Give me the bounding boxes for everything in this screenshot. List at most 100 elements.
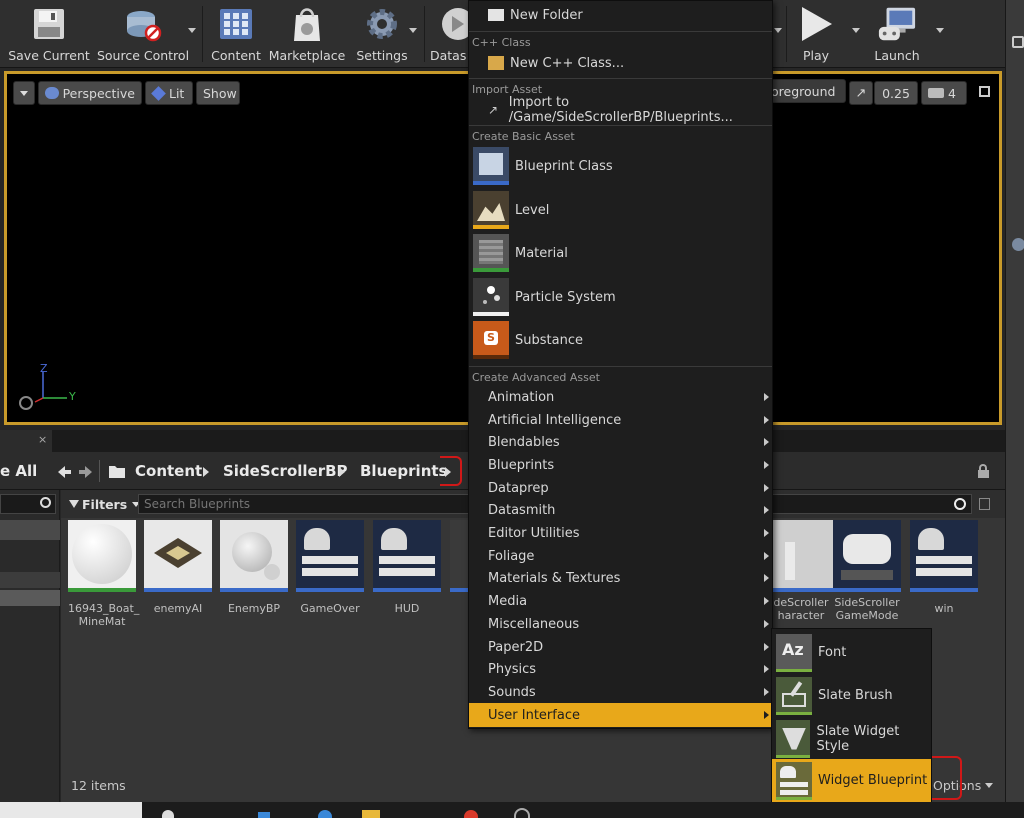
asset-type-bar bbox=[910, 588, 978, 592]
show-label: Show bbox=[203, 85, 237, 101]
taskbar-app-icon[interactable] bbox=[362, 810, 380, 818]
menu-item-level[interactable]: Level bbox=[469, 189, 772, 231]
menu-item-substance[interactable]: S Substance bbox=[469, 319, 772, 361]
lock-icon[interactable] bbox=[978, 464, 990, 478]
breadcrumb-blueprints[interactable]: Blueprints bbox=[360, 462, 447, 480]
asset-tile[interactable]: enemyAI bbox=[144, 520, 212, 615]
menu-separator bbox=[469, 125, 772, 126]
menu-item-new-cpp-class[interactable]: New C++ Class... bbox=[469, 52, 772, 74]
menu-item-artificial-intelligence[interactable]: Artificial Intelligence bbox=[469, 409, 772, 431]
menu-item-blueprints[interactable]: Blueprints bbox=[469, 454, 772, 476]
play-button[interactable]: Play bbox=[790, 4, 842, 66]
content-button[interactable]: Content bbox=[208, 4, 264, 66]
menu-item-blueprint-class[interactable]: Blueprint Class bbox=[469, 145, 772, 187]
menu-item-foliage[interactable]: Foliage bbox=[469, 545, 772, 567]
menu-item-animation[interactable]: Animation bbox=[469, 386, 772, 408]
menu-item-editor-utilities[interactable]: Editor Utilities bbox=[469, 522, 772, 544]
build-dropdown-icon[interactable] bbox=[774, 28, 782, 33]
asset-label: enemyAI bbox=[153, 602, 203, 615]
nav-separator bbox=[99, 460, 100, 482]
asset-tile[interactable]: EnemyBP bbox=[220, 520, 288, 615]
menu-item-user-interface[interactable]: User Interface bbox=[469, 703, 772, 727]
submenu-item-slate-brush[interactable]: Slate Brush bbox=[772, 674, 931, 717]
menu-item-media[interactable]: Media bbox=[469, 590, 772, 612]
menu-item-material[interactable]: Material bbox=[469, 232, 772, 274]
asset-tile[interactable]: GameOver bbox=[296, 520, 364, 615]
launch-monitor-icon bbox=[877, 4, 917, 44]
source-tree-item[interactable] bbox=[0, 520, 60, 540]
panel-tab-icon[interactable] bbox=[1012, 36, 1024, 48]
asset-tile[interactable]: HUD bbox=[373, 520, 441, 615]
menu-item-import[interactable]: ↗ Import to /Game/SideScrollerBP/Bluepri… bbox=[469, 95, 772, 125]
submenu-item-widget-blueprint[interactable]: Widget Blueprint bbox=[772, 759, 931, 802]
menu-item-sounds[interactable]: Sounds bbox=[469, 681, 772, 703]
settings-dropdown-icon[interactable] bbox=[409, 28, 417, 33]
asset-tile[interactable]: 16943_Boat_ MineMat bbox=[68, 520, 139, 628]
filters-label: Filters bbox=[82, 496, 128, 512]
launch-button[interactable]: Launch bbox=[868, 4, 926, 66]
asset-thumbnail bbox=[910, 520, 978, 588]
submenu-item-font[interactable]: Az Font bbox=[772, 631, 931, 674]
taskbar-app-icon[interactable] bbox=[514, 808, 530, 818]
taskbar-app-icon[interactable] bbox=[162, 810, 174, 818]
sources-search-input[interactable] bbox=[0, 494, 56, 514]
save-all-button[interactable]: e All bbox=[0, 458, 44, 484]
filters-button[interactable]: Filters bbox=[69, 495, 141, 513]
source-control-button[interactable]: Source Control bbox=[97, 4, 189, 66]
menu-item-label: Substance bbox=[515, 332, 583, 348]
back-arrow-icon[interactable] bbox=[58, 466, 71, 478]
camera-speed-button[interactable]: 4 bbox=[921, 81, 967, 105]
asset-tile[interactable]: win bbox=[910, 520, 978, 615]
foreground-button[interactable]: oreground bbox=[764, 79, 846, 103]
submenu-item-slate-widget-style[interactable]: Slate Widget Style bbox=[772, 717, 931, 760]
launch-dropdown-icon[interactable] bbox=[936, 28, 944, 33]
menu-item-datasmith[interactable]: Datasmith bbox=[469, 499, 772, 521]
lit-button[interactable]: Lit bbox=[145, 81, 193, 105]
breadcrumb-content[interactable]: Content bbox=[135, 462, 202, 480]
menu-item-label: Level bbox=[515, 202, 550, 218]
taskbar-app-icon[interactable] bbox=[318, 810, 332, 818]
menu-item-label: Animation bbox=[488, 389, 555, 405]
content-browser-tab[interactable]: × bbox=[0, 430, 52, 452]
menu-item-blendables[interactable]: Blendables bbox=[469, 431, 772, 453]
menu-item-miscellaneous[interactable]: Miscellaneous bbox=[469, 613, 772, 635]
menu-item-new-folder[interactable]: New Folder bbox=[469, 4, 772, 26]
menu-item-particle-system[interactable]: Particle System bbox=[469, 276, 772, 318]
breadcrumb-arrow-icon[interactable] bbox=[339, 467, 345, 477]
source-tree-item[interactable] bbox=[0, 572, 60, 588]
breadcrumb-arrow-icon[interactable] bbox=[203, 467, 209, 477]
asset-tile[interactable]: SideScroller GameMode bbox=[833, 520, 901, 622]
blueprint-class-icon bbox=[473, 147, 509, 185]
source-control-dropdown-icon[interactable] bbox=[188, 28, 196, 33]
forward-arrow-icon[interactable] bbox=[79, 466, 92, 478]
source-tree-item[interactable] bbox=[0, 590, 60, 606]
menu-item-label: Particle System bbox=[515, 289, 616, 305]
menu-header-cpp: C++ Class bbox=[472, 36, 531, 49]
show-button[interactable]: Show bbox=[196, 81, 240, 105]
toolbar-separator bbox=[202, 6, 203, 62]
settings-button[interactable]: Settings bbox=[354, 4, 410, 66]
asset-tile[interactable]: deScroller haracter bbox=[767, 520, 835, 622]
scale-snap-toggle[interactable]: ↗ bbox=[849, 81, 873, 105]
menu-item-paper2d[interactable]: Paper2D bbox=[469, 636, 772, 658]
taskbar-app-icon[interactable] bbox=[464, 810, 478, 818]
details-tab-icon[interactable] bbox=[1012, 238, 1024, 251]
menu-item-dataprep[interactable]: Dataprep bbox=[469, 477, 772, 499]
perspective-button[interactable]: Perspective bbox=[38, 81, 142, 105]
menu-item-physics[interactable]: Physics bbox=[469, 658, 772, 680]
datasmith-button[interactable]: Datas bbox=[430, 4, 468, 66]
breadcrumb-sidescrollerbp[interactable]: SideScrollerBP bbox=[223, 462, 348, 480]
menu-item-materials-textures[interactable]: Materials & Textures bbox=[469, 567, 772, 589]
asset-tile[interactable] bbox=[450, 520, 468, 592]
close-icon[interactable]: × bbox=[38, 433, 47, 446]
save-search-icon[interactable] bbox=[979, 498, 990, 510]
viewport-options-button[interactable] bbox=[13, 81, 35, 105]
maximize-viewport-icon[interactable] bbox=[979, 86, 990, 97]
save-current-button[interactable]: Save Current bbox=[8, 4, 90, 66]
play-dropdown-icon[interactable] bbox=[852, 28, 860, 33]
menu-item-label: Sounds bbox=[488, 684, 536, 700]
scale-snap-value[interactable]: 0.25 bbox=[874, 81, 918, 105]
marketplace-button[interactable]: Marketplace bbox=[268, 4, 346, 66]
asset-thumbnail bbox=[450, 520, 468, 588]
taskbar-app-icon[interactable] bbox=[258, 812, 270, 818]
